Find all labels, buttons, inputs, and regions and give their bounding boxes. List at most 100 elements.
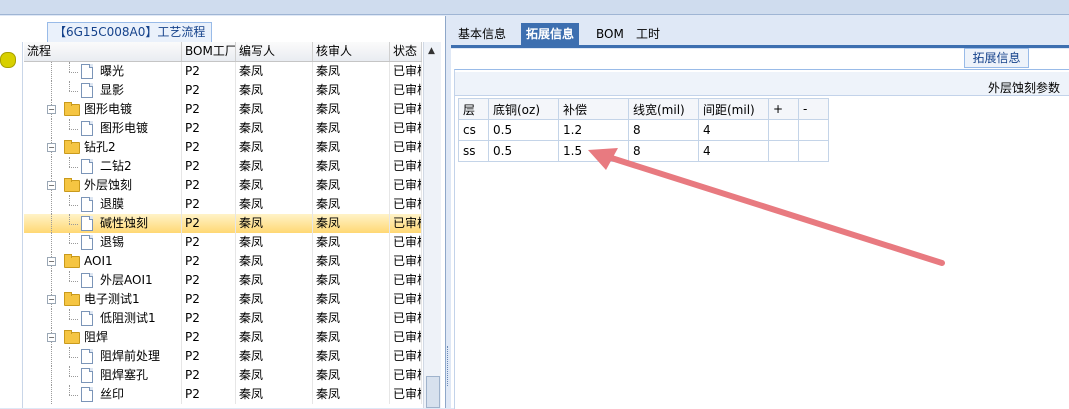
process-name-cell[interactable]: 碱性蚀刻	[24, 214, 182, 233]
status-cell[interactable]: 已审核	[390, 271, 422, 290]
reviewer-cell[interactable]: 秦凤	[313, 347, 390, 366]
status-cell[interactable]: 已审核	[390, 214, 422, 233]
writer-cell[interactable]: 秦凤	[236, 309, 313, 328]
process-name-cell[interactable]: − AOI1	[24, 252, 182, 271]
tab-basic-info[interactable]: 基本信息	[453, 23, 511, 45]
cell-plus[interactable]	[768, 140, 799, 162]
status-cell[interactable]: 已审核	[390, 309, 422, 328]
collapse-toggle-icon[interactable]: −	[47, 143, 56, 152]
bom-factory-cell[interactable]: P2	[182, 100, 236, 119]
collapse-toggle-icon[interactable]: −	[47, 105, 56, 114]
reviewer-cell[interactable]: 秦凤	[313, 138, 390, 157]
process-name-cell[interactable]: − 钻孔2	[24, 138, 182, 157]
column-header-writer[interactable]: 编写人	[236, 42, 313, 61]
reviewer-cell[interactable]: 秦凤	[313, 176, 390, 195]
bom-factory-cell[interactable]: P2	[182, 157, 236, 176]
collapse-toggle-icon[interactable]: −	[47, 333, 56, 342]
bom-factory-cell[interactable]: P2	[182, 119, 236, 138]
bom-factory-cell[interactable]: P2	[182, 271, 236, 290]
status-cell[interactable]: 已审核	[390, 252, 422, 271]
table-row[interactable]: 碱性蚀刻P2秦凤秦凤已审核	[24, 214, 422, 233]
writer-cell[interactable]: 秦凤	[236, 157, 313, 176]
bom-factory-cell[interactable]: P2	[182, 366, 236, 385]
reviewer-cell[interactable]: 秦凤	[313, 271, 390, 290]
scrollbar-thumb[interactable]	[426, 376, 440, 408]
tab-extended-info[interactable]: 拓展信息	[521, 23, 580, 45]
cell-line-width[interactable]: 8	[628, 119, 699, 141]
bom-factory-cell[interactable]: P2	[182, 176, 236, 195]
status-cell[interactable]: 已审核	[390, 176, 422, 195]
reviewer-cell[interactable]: 秦凤	[313, 328, 390, 347]
table-row[interactable]: −AOI1P2秦凤秦凤已审核	[24, 252, 422, 271]
reviewer-cell[interactable]: 秦凤	[313, 252, 390, 271]
status-cell[interactable]: 已审核	[390, 385, 422, 404]
status-cell[interactable]: 已审核	[390, 119, 422, 138]
table-row[interactable]: 低阻测试1P2秦凤秦凤已审核	[24, 309, 422, 328]
add-column-button[interactable]: +	[768, 98, 799, 120]
reviewer-cell[interactable]: 秦凤	[313, 366, 390, 385]
cell-layer[interactable]: cs	[458, 119, 489, 141]
collapse-toggle-icon[interactable]: −	[47, 257, 56, 266]
column-header-status[interactable]: 状态	[390, 42, 422, 61]
bom-factory-cell[interactable]: P2	[182, 214, 236, 233]
bom-factory-cell[interactable]: P2	[182, 195, 236, 214]
column-header-process[interactable]: 流程	[24, 42, 182, 61]
table-row[interactable]: 图形电镀P2秦凤秦凤已审核	[24, 119, 422, 138]
reviewer-cell[interactable]: 秦凤	[313, 214, 390, 233]
vertical-scrollbar[interactable]: ▲	[423, 42, 441, 408]
reviewer-cell[interactable]: 秦凤	[313, 309, 390, 328]
cell-compensation[interactable]: 1.2	[558, 119, 629, 141]
writer-cell[interactable]: 秦凤	[236, 328, 313, 347]
column-header-bom-factory[interactable]: BOM工厂	[182, 42, 236, 61]
bom-factory-cell[interactable]: P2	[182, 385, 236, 404]
reviewer-cell[interactable]: 秦凤	[313, 233, 390, 252]
cell-line-width[interactable]: 8	[628, 140, 699, 162]
collapse-toggle-icon[interactable]: −	[47, 181, 56, 190]
status-cell[interactable]: 已审核	[390, 195, 422, 214]
table-row[interactable]: −电子测试1P2秦凤秦凤已审核	[24, 290, 422, 309]
bom-factory-cell[interactable]: P2	[182, 233, 236, 252]
process-name-cell[interactable]: 丝印	[24, 385, 182, 404]
reviewer-cell[interactable]: 秦凤	[313, 119, 390, 138]
writer-cell[interactable]: 秦凤	[236, 271, 313, 290]
table-row[interactable]: −阻焊P2秦凤秦凤已审核	[24, 328, 422, 347]
writer-cell[interactable]: 秦凤	[236, 214, 313, 233]
reviewer-cell[interactable]: 秦凤	[313, 195, 390, 214]
cell-spacing[interactable]: 4	[698, 119, 769, 141]
cell-base-copper[interactable]: 0.5	[488, 119, 559, 141]
writer-cell[interactable]: 秦凤	[236, 366, 313, 385]
reviewer-cell[interactable]: 秦凤	[313, 81, 390, 100]
reviewer-cell[interactable]: 秦凤	[313, 290, 390, 309]
table-row[interactable]: −外层蚀刻P2秦凤秦凤已审核	[24, 176, 422, 195]
writer-cell[interactable]: 秦凤	[236, 385, 313, 404]
process-name-cell[interactable]: 退锡	[24, 233, 182, 252]
cell-minus[interactable]	[798, 140, 829, 162]
process-name-cell[interactable]: 低阻测试1	[24, 309, 182, 328]
status-cell[interactable]: 已审核	[390, 62, 422, 81]
column-header-reviewer[interactable]: 核审人	[313, 42, 390, 61]
writer-cell[interactable]: 秦凤	[236, 138, 313, 157]
process-name-cell[interactable]: 显影	[24, 81, 182, 100]
table-row[interactable]: 外层AOI1P2秦凤秦凤已审核	[24, 271, 422, 290]
process-name-cell[interactable]: 阻焊前处理	[24, 347, 182, 366]
status-cell[interactable]: 已审核	[390, 81, 422, 100]
status-cell[interactable]: 已审核	[390, 100, 422, 119]
remove-column-button[interactable]: -	[798, 98, 829, 120]
process-name-cell[interactable]: 阻焊塞孔	[24, 366, 182, 385]
writer-cell[interactable]: 秦凤	[236, 347, 313, 366]
tab-work-hours[interactable]: 工时	[631, 23, 665, 45]
cell-minus[interactable]	[798, 119, 829, 141]
bom-factory-cell[interactable]: P2	[182, 138, 236, 157]
status-cell[interactable]: 已审核	[390, 138, 422, 157]
process-name-cell[interactable]: − 外层蚀刻	[24, 176, 182, 195]
process-name-cell[interactable]: 图形电镀	[24, 119, 182, 138]
status-cell[interactable]: 已审核	[390, 347, 422, 366]
process-name-cell[interactable]: 二钻2	[24, 157, 182, 176]
scroll-up-icon[interactable]: ▲	[428, 46, 435, 56]
table-row[interactable]: 阻焊塞孔P2秦凤秦凤已审核	[24, 366, 422, 385]
bom-factory-cell[interactable]: P2	[182, 309, 236, 328]
process-name-cell[interactable]: 曝光	[24, 62, 182, 81]
status-cell[interactable]: 已审核	[390, 290, 422, 309]
cell-compensation[interactable]: 1.5	[558, 140, 629, 162]
writer-cell[interactable]: 秦凤	[236, 233, 313, 252]
